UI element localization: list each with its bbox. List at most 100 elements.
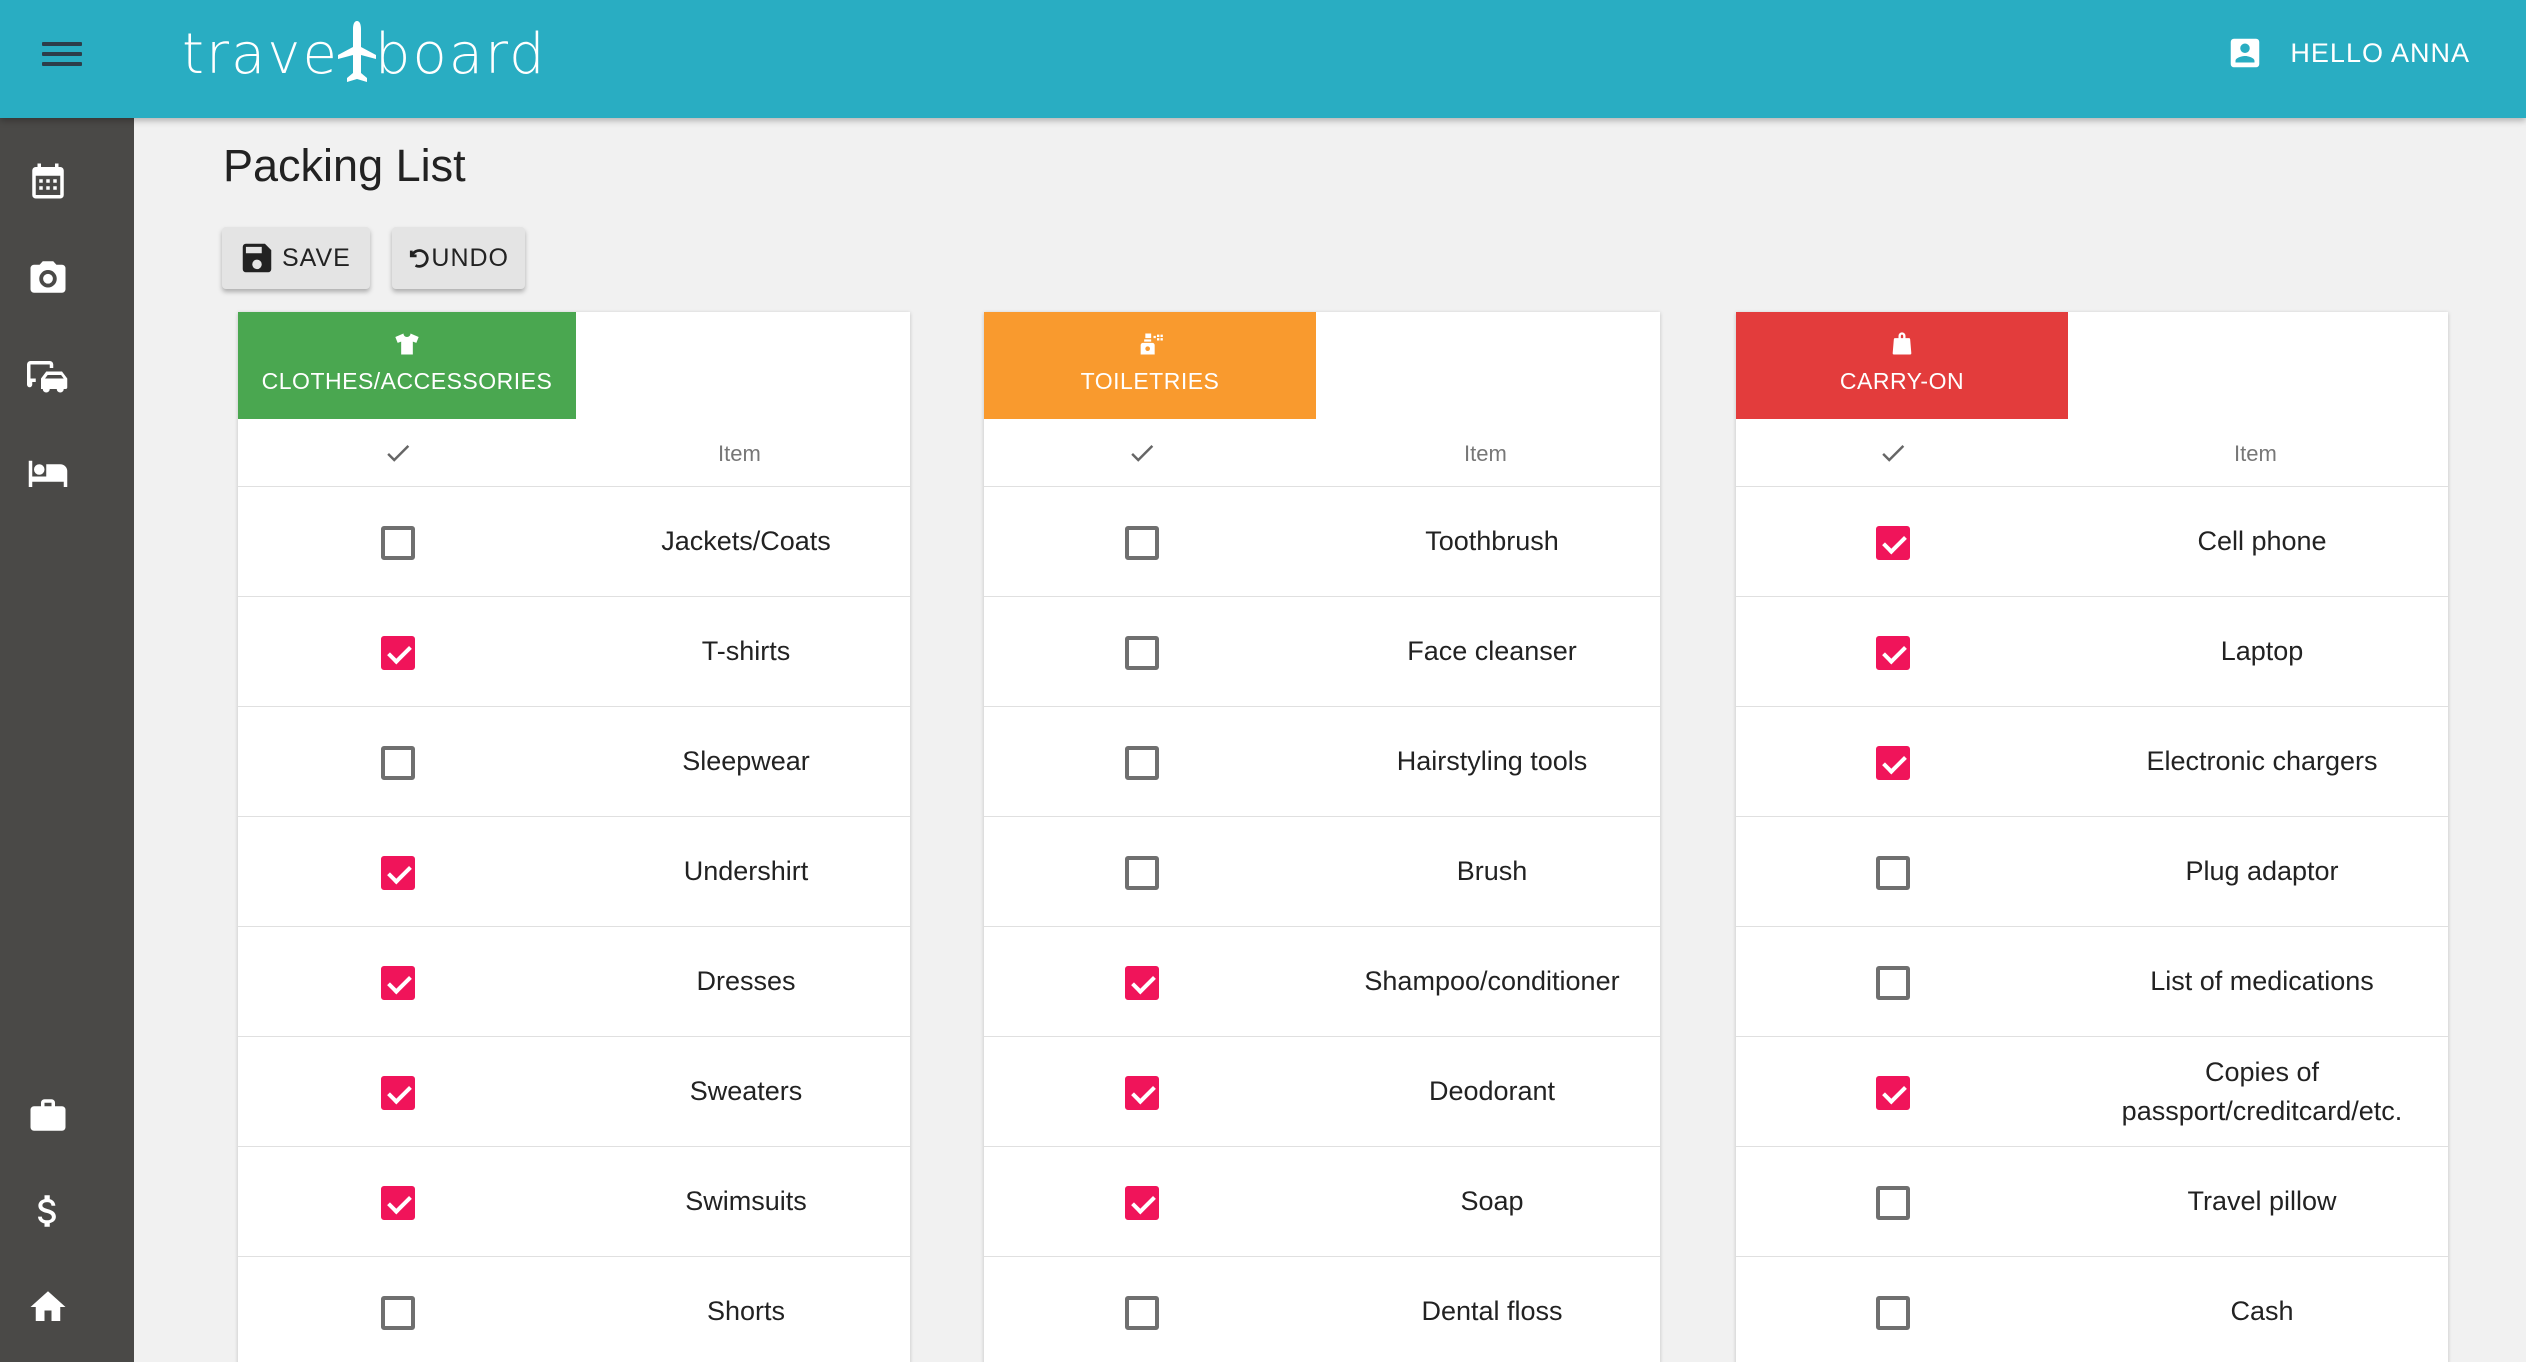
category-card-clothes: CLOTHES/ACCESSORIES Item Jackets/Coats T… [238, 312, 910, 1362]
item-checkbox[interactable] [1876, 1186, 1910, 1220]
airplane-icon [337, 21, 376, 82]
item-column-header: Item [1464, 441, 1507, 466]
item-label: Cash [2230, 1296, 2294, 1327]
table-row: Plug adaptor [1736, 817, 2448, 927]
item-checkbox[interactable] [1125, 1076, 1159, 1110]
page-title: Packing List [223, 140, 466, 191]
table-row: Face cleanser [984, 597, 1660, 707]
item-checkbox[interactable] [1125, 636, 1159, 670]
table-row: Cell phone [1736, 487, 2448, 597]
table-row: Swimsuits [238, 1147, 910, 1257]
table-row: Jackets/Coats [238, 487, 910, 597]
item-label: Sweaters [689, 1076, 803, 1107]
sidebar-item-packing[interactable] [27, 1094, 69, 1136]
item-label: Plug adaptor [2185, 856, 2339, 887]
check-icon [1131, 445, 1154, 462]
item-label: Travel pillow [2187, 1186, 2337, 1217]
check-icon [387, 445, 410, 462]
sidebar-item-hotels[interactable] [27, 452, 69, 494]
item-label: Swimsuits [685, 1186, 807, 1217]
sidebar-item-transport[interactable] [27, 354, 69, 396]
item-checkbox[interactable] [381, 1296, 415, 1330]
tshirt-icon [395, 333, 419, 355]
undo-icon [409, 249, 429, 268]
table-header: Item [984, 419, 1660, 487]
table-row: Sweaters [238, 1037, 910, 1147]
item-checkbox[interactable] [381, 966, 415, 1000]
table-row: List of medications [1736, 927, 2448, 1037]
home-icon [30, 1291, 66, 1321]
item-label: Copies of passport/creditcard/etc. [2121, 1056, 2403, 1126]
item-checkbox[interactable] [381, 1186, 415, 1220]
item-label: T-shirts [701, 636, 791, 667]
menu-icon[interactable] [38, 36, 86, 82]
tab-carry-on[interactable]: CARRY-ON [1736, 312, 2068, 419]
undo-label: UNDO [431, 243, 509, 272]
spray-bottle-icon [1140, 333, 1163, 355]
floppy-disk-icon [242, 243, 272, 273]
user-menu[interactable]: HELLO ANNA [2226, 34, 2470, 72]
item-checkbox[interactable] [1876, 856, 1910, 890]
item-checkbox[interactable] [1876, 636, 1910, 670]
logo[interactable]: trave board [182, 14, 547, 94]
table-header: Item [1736, 419, 2448, 487]
item-label: Brush [1456, 856, 1528, 887]
table-row: Brush [984, 817, 1660, 927]
table-row: Hairstyling tools [984, 707, 1660, 817]
item-checkbox[interactable] [1876, 1296, 1910, 1330]
transport-icon [27, 361, 68, 393]
item-checkbox[interactable] [381, 746, 415, 780]
item-checkbox[interactable] [381, 1076, 415, 1110]
table-row: Cash [1736, 1257, 2448, 1362]
item-checkbox[interactable] [1125, 1186, 1159, 1220]
item-list: Cell phone Laptop Electronic chargers Pl… [1736, 487, 2448, 1362]
item-checkbox[interactable] [381, 636, 415, 670]
item-label: Undershirt [683, 856, 809, 887]
item-checkbox[interactable] [1125, 966, 1159, 1000]
item-column-header: Item [718, 441, 761, 466]
item-checkbox[interactable] [1876, 746, 1910, 780]
tab-clothes-accessories[interactable]: CLOTHES/ACCESSORIES [238, 312, 576, 419]
camera-icon [30, 261, 66, 293]
item-checkbox[interactable] [1876, 1076, 1910, 1110]
table-row: Soap [984, 1147, 1660, 1257]
sidebar-item-home[interactable] [27, 1286, 69, 1328]
item-label: Face cleanser [1407, 636, 1577, 667]
dollar-icon [38, 1195, 56, 1227]
user-greeting: HELLO ANNA [2290, 37, 2470, 68]
logo-text-left: trave [182, 21, 339, 87]
item-column-header: Item [2234, 441, 2277, 466]
item-checkbox[interactable] [381, 526, 415, 560]
item-checkbox[interactable] [1876, 966, 1910, 1000]
category-card-toiletries: TOILETRIES Item Toothbrush Face cleanser… [984, 312, 1660, 1362]
sidebar-item-calendar[interactable] [27, 160, 69, 202]
item-checkbox[interactable] [1876, 526, 1910, 560]
hotel-bed-icon [28, 460, 68, 487]
table-row: Dresses [238, 927, 910, 1037]
table-row: Dental floss [984, 1257, 1660, 1362]
item-checkbox[interactable] [381, 856, 415, 890]
item-label: Shampoo/conditioner [1364, 966, 1620, 997]
item-label: Shorts [706, 1296, 786, 1327]
sidebar-item-photos[interactable] [27, 256, 69, 298]
save-label: SAVE [282, 243, 351, 272]
item-checkbox[interactable] [1125, 526, 1159, 560]
item-label: Sleepwear [682, 746, 810, 777]
item-checkbox[interactable] [1125, 1296, 1159, 1330]
item-label: Cell phone [2197, 526, 2327, 557]
table-row: Travel pillow [1736, 1147, 2448, 1257]
item-checkbox[interactable] [1125, 856, 1159, 890]
item-checkbox[interactable] [1125, 746, 1159, 780]
save-button[interactable]: SAVE [222, 227, 370, 289]
tab-label: CARRY-ON [1839, 368, 1965, 394]
item-label: Soap [1460, 1186, 1524, 1217]
table-row: Deodorant [984, 1037, 1660, 1147]
check-icon [1882, 445, 1905, 462]
table-row: Laptop [1736, 597, 2448, 707]
sidebar-item-budget[interactable] [27, 1190, 69, 1232]
item-label: Dresses [696, 966, 796, 997]
tab-toiletries[interactable]: TOILETRIES [984, 312, 1316, 419]
item-label: Deodorant [1428, 1076, 1556, 1107]
undo-button[interactable]: UNDO [392, 227, 525, 289]
calendar-icon [32, 163, 64, 199]
